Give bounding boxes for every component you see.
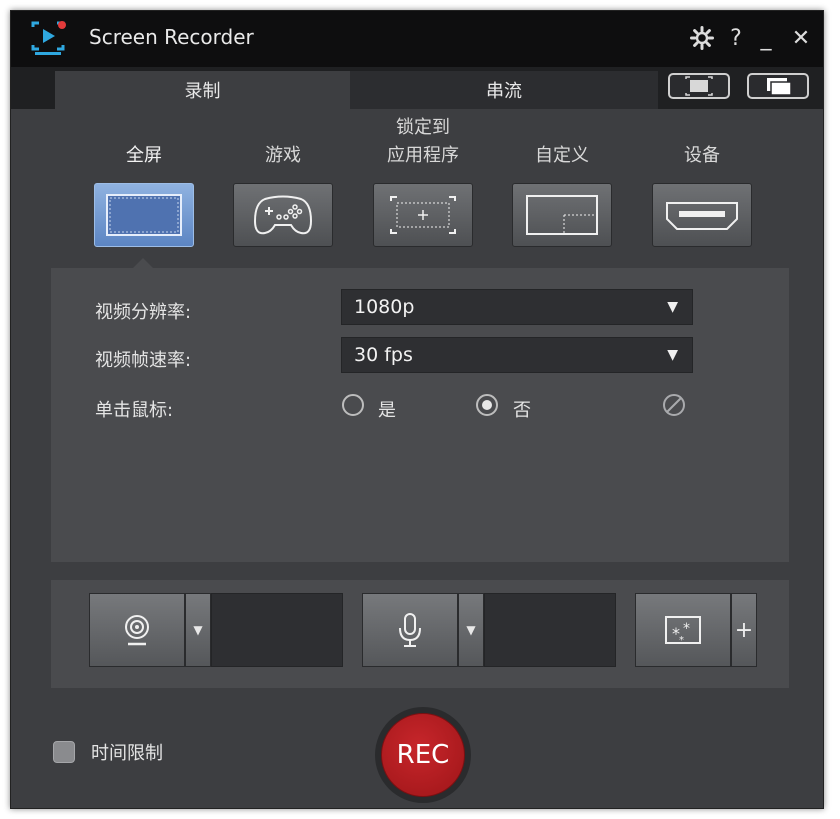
- microphone-source-field: [484, 593, 616, 667]
- window-title: Screen Recorder: [89, 25, 254, 49]
- mouse-click-yes-radio[interactable]: [342, 394, 364, 416]
- mouse-click-yes-label: 是: [378, 400, 396, 421]
- mode-game-button[interactable]: [233, 183, 333, 247]
- mode-label-custom: 自定义: [535, 145, 589, 166]
- title-bar: Screen Recorder ? _ ✕: [11, 11, 823, 67]
- record-button[interactable]: REC: [381, 713, 465, 797]
- svg-text:*: *: [683, 621, 690, 637]
- fullscreen-view-button[interactable]: [668, 73, 730, 99]
- mode-label-lock-line1: 锁定到: [396, 117, 450, 138]
- selected-mode-pointer: [133, 258, 153, 268]
- microphone-icon: [399, 613, 421, 647]
- webcam-dropdown[interactable]: ▼: [185, 593, 211, 667]
- webcam-source-field: [211, 593, 343, 667]
- webcam-icon: [125, 615, 149, 646]
- lock-app-icon: [390, 196, 456, 234]
- framerate-select[interactable]: 30 fps ▼: [341, 337, 693, 373]
- svg-text:*: *: [679, 635, 684, 646]
- minimize-button[interactable]: _: [755, 23, 777, 53]
- resolution-label: 视频分辨率:: [95, 302, 192, 323]
- mouse-click-label: 单击鼠标:: [95, 400, 174, 421]
- settings-panel: 视频分辨率: 1080p ▼ 视频帧速率: 30 fps ▼ 单击鼠标: 是 否: [51, 268, 789, 562]
- tab-stream[interactable]: 串流: [350, 71, 658, 109]
- dropdown-arrow-icon: ▼: [667, 347, 678, 363]
- close-button[interactable]: ✕: [789, 23, 813, 53]
- mode-custom-button[interactable]: [512, 183, 612, 247]
- help-button[interactable]: ?: [725, 23, 747, 53]
- dropdown-arrow-icon: ▼: [667, 299, 678, 315]
- gear-icon: [690, 26, 714, 50]
- add-effect-button[interactable]: +: [731, 593, 757, 667]
- time-limit-checkbox[interactable]: [53, 741, 75, 763]
- gamepad-icon: [253, 195, 313, 235]
- webcam-button[interactable]: [89, 593, 185, 667]
- tab-bar: 录制 串流: [11, 67, 823, 109]
- window-mode-button[interactable]: [747, 73, 809, 99]
- tab-record[interactable]: 录制: [55, 71, 350, 109]
- framerate-label: 视频帧速率:: [95, 350, 192, 371]
- mode-label-fullscreen: 全屏: [126, 145, 162, 166]
- mode-label-lock-line2: 应用程序: [387, 145, 459, 166]
- sparkle-effect-icon: * * *: [665, 616, 701, 646]
- microphone-button[interactable]: [362, 593, 458, 667]
- mode-fullscreen-button[interactable]: [94, 183, 194, 247]
- screen-recorder-window: Screen Recorder ? _ ✕ 录制 串流 全屏 游戏 锁定到 应用…: [10, 10, 824, 809]
- time-limit-label: 时间限制: [91, 743, 163, 764]
- microphone-dropdown[interactable]: ▼: [458, 593, 484, 667]
- device-bar: ▼ ▼ * * * +: [51, 580, 789, 688]
- disabled-icon: [663, 394, 685, 416]
- resolution-select[interactable]: 1080p ▼: [341, 289, 693, 325]
- resolution-value: 1080p: [354, 296, 415, 318]
- mode-device-button[interactable]: [652, 183, 752, 247]
- mode-label-device: 设备: [684, 145, 720, 166]
- app-logo-icon: [31, 21, 66, 55]
- mouse-click-no-radio[interactable]: [476, 394, 498, 416]
- hdmi-icon: [666, 202, 738, 230]
- capture-frame-icon: [685, 76, 713, 96]
- framerate-value: 30 fps: [354, 344, 413, 366]
- windows-icon: [767, 78, 792, 96]
- settings-button[interactable]: [687, 23, 717, 53]
- custom-area-icon: [526, 195, 598, 235]
- mode-label-game: 游戏: [265, 145, 301, 166]
- mouse-click-no-label: 否: [513, 400, 531, 421]
- fullscreen-icon: [106, 194, 182, 236]
- mode-lock-app-button[interactable]: [373, 183, 473, 247]
- effects-button[interactable]: * * *: [635, 593, 731, 667]
